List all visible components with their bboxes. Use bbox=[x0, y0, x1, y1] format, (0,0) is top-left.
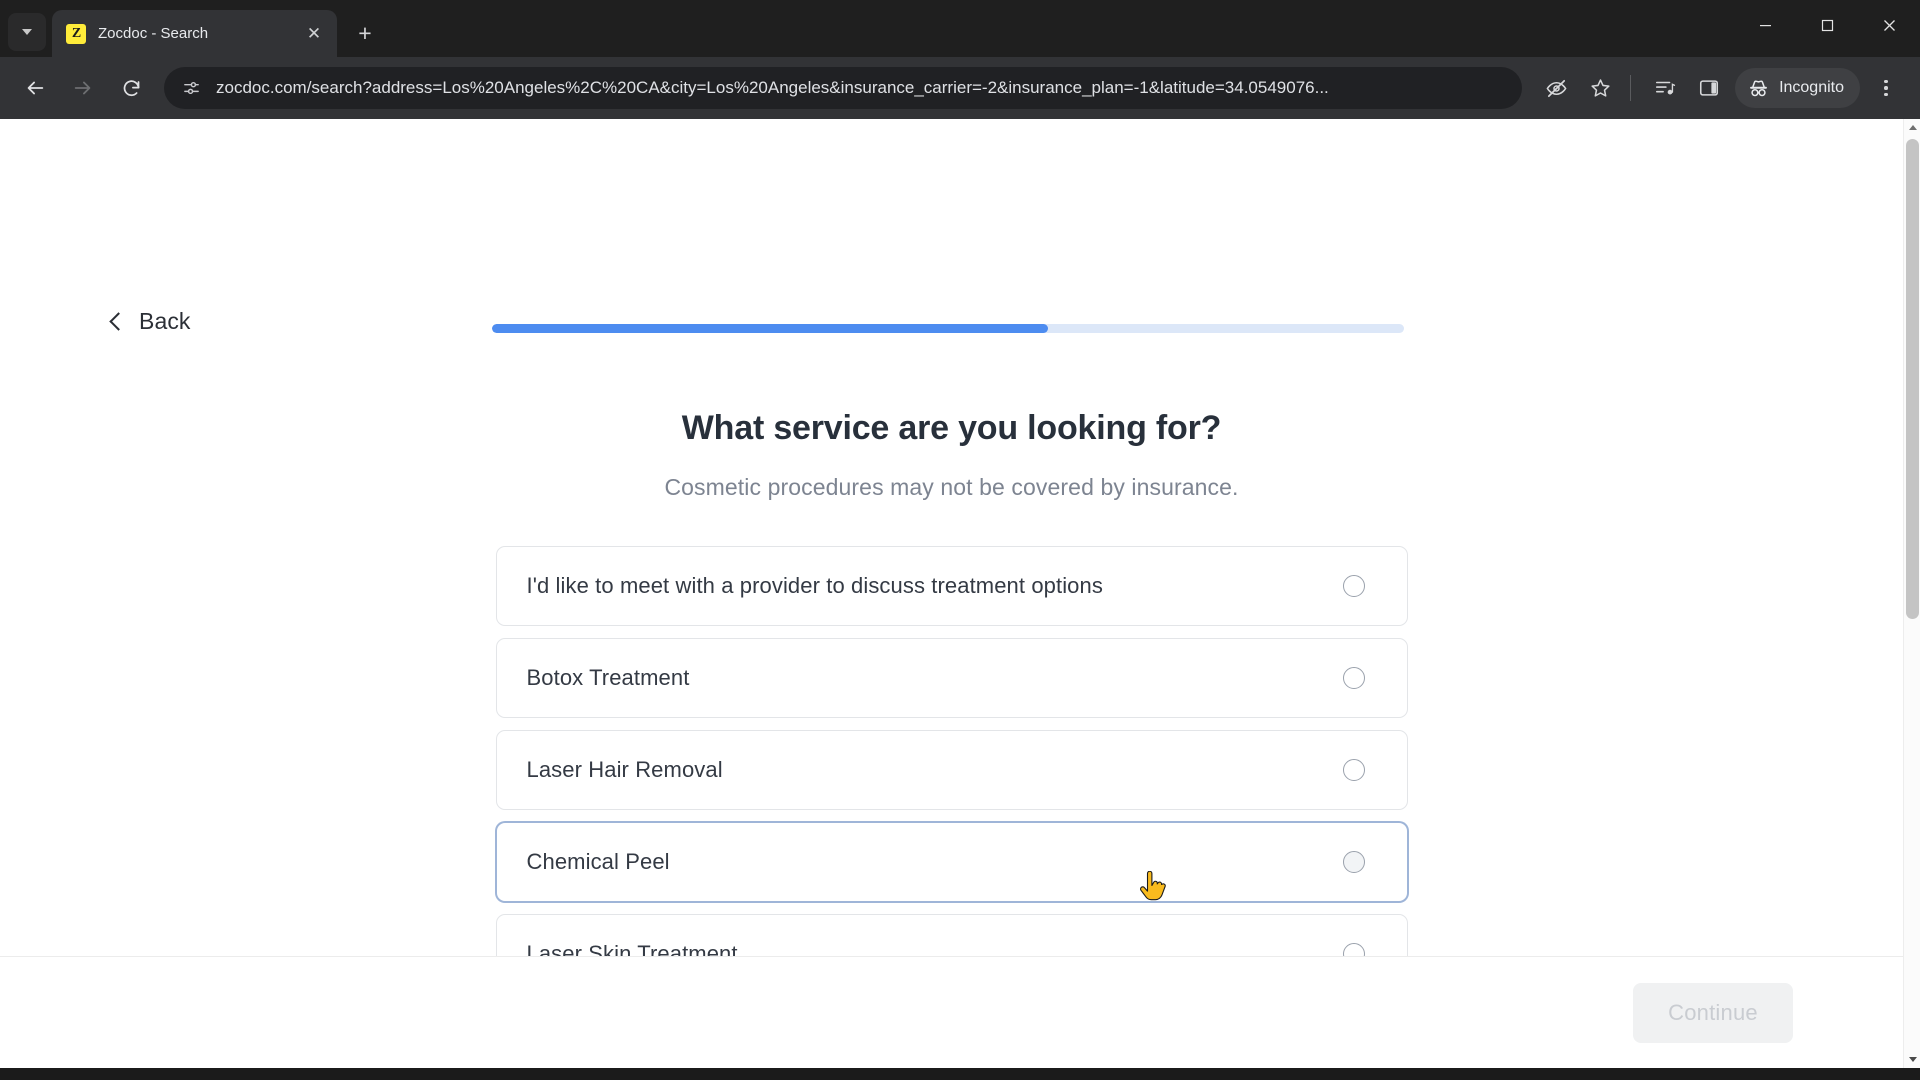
incognito-indicator[interactable]: Incognito bbox=[1735, 68, 1860, 108]
tab-title: Zocdoc - Search bbox=[98, 25, 209, 42]
incognito-hat-icon bbox=[1750, 80, 1767, 96]
back-arrow-icon bbox=[27, 81, 44, 95]
kebab-dot bbox=[1884, 86, 1888, 90]
incognito-label: Incognito bbox=[1779, 79, 1844, 96]
star-icon bbox=[1590, 78, 1610, 97]
window-close-button[interactable] bbox=[1858, 0, 1920, 50]
window-bottom-edge bbox=[0, 1068, 1920, 1080]
reload-icon bbox=[123, 79, 139, 96]
service-option-row[interactable]: Laser Hair Removal bbox=[495, 730, 1408, 810]
eye-crossed-icon bbox=[1546, 79, 1567, 97]
triangle-down-icon bbox=[1908, 1057, 1917, 1062]
site-settings-button[interactable] bbox=[174, 71, 208, 105]
page-footer: Continue bbox=[0, 956, 1903, 1068]
tab-search-button[interactable] bbox=[8, 13, 46, 51]
toolbar-divider bbox=[1630, 75, 1632, 101]
close-icon bbox=[1883, 19, 1895, 31]
service-option-row[interactable]: Botox Treatment bbox=[495, 638, 1408, 718]
service-option-radio[interactable] bbox=[1342, 667, 1365, 689]
kebab-dot bbox=[1884, 92, 1888, 97]
address-bar[interactable]: zocdoc.com/search?address=Los%20Angeles%… bbox=[164, 67, 1523, 109]
side-panel-icon bbox=[1700, 80, 1719, 96]
service-option-label: I'd like to meet with a provider to disc… bbox=[526, 573, 1103, 598]
service-option-radio[interactable] bbox=[1342, 759, 1365, 781]
browser-window: Z Zocdoc - Search ✕ + zocdoc.com/search?… bbox=[0, 0, 1920, 1080]
side-panel-button[interactable] bbox=[1689, 68, 1729, 108]
scrollbar-down-button[interactable] bbox=[1904, 1051, 1920, 1068]
window-maximize-button[interactable] bbox=[1796, 0, 1858, 50]
maximize-icon bbox=[1821, 19, 1833, 31]
forward-arrow-icon bbox=[74, 81, 91, 95]
service-option-label: Laser Hair Removal bbox=[526, 757, 723, 782]
service-option-row[interactable]: Chemical Peel bbox=[495, 822, 1408, 902]
page-subtitle: Cosmetic procedures may not be covered b… bbox=[664, 474, 1239, 500]
kebab-dot bbox=[1884, 79, 1888, 84]
page-viewport: Back What service are you looking for? C… bbox=[0, 119, 1920, 1068]
chevron-down-icon bbox=[22, 29, 32, 35]
service-option-row[interactable]: I'd like to meet with a provider to disc… bbox=[495, 546, 1408, 626]
minimize-icon bbox=[1759, 24, 1771, 26]
site-settings-icon bbox=[183, 81, 199, 94]
window-minimize-button[interactable] bbox=[1734, 0, 1796, 50]
browser-toolbar: zocdoc.com/search?address=Los%20Angeles%… bbox=[0, 57, 1920, 119]
browser-menu-button[interactable] bbox=[1866, 68, 1906, 108]
browser-forward-button[interactable] bbox=[62, 67, 104, 109]
media-playlist-icon bbox=[1656, 81, 1676, 95]
tracking-protection-button[interactable] bbox=[1536, 68, 1576, 108]
service-option-radio[interactable] bbox=[1342, 575, 1365, 597]
page-scrollbar[interactable] bbox=[1903, 119, 1920, 1068]
service-option-label: Chemical Peel bbox=[526, 849, 670, 874]
browser-reload-button[interactable] bbox=[110, 67, 152, 109]
service-option-label: Botox Treatment bbox=[526, 665, 690, 690]
new-tab-button[interactable]: + bbox=[347, 15, 383, 51]
zocdoc-service-selection-page: Back What service are you looking for? C… bbox=[0, 119, 1903, 1068]
scrollbar-up-button[interactable] bbox=[1904, 119, 1920, 136]
bookmark-button[interactable] bbox=[1580, 68, 1620, 108]
zocdoc-favicon-icon: Z bbox=[66, 23, 86, 44]
url-text[interactable]: zocdoc.com/search?address=Los%20Angeles%… bbox=[208, 78, 1516, 98]
scrollbar-thumb[interactable] bbox=[1906, 139, 1919, 619]
window-controls bbox=[1734, 0, 1920, 50]
question-content: What service are you looking for? Cosmet… bbox=[0, 119, 1903, 1068]
media-control-button[interactable] bbox=[1645, 68, 1685, 108]
service-option-radio[interactable] bbox=[1342, 851, 1365, 873]
triangle-up-icon bbox=[1908, 125, 1917, 130]
page-title: What service are you looking for? bbox=[681, 409, 1222, 447]
continue-button[interactable]: Continue bbox=[1633, 982, 1793, 1043]
browser-back-button[interactable] bbox=[14, 67, 56, 109]
browser-tab-zocdoc[interactable]: Z Zocdoc - Search ✕ bbox=[52, 10, 337, 57]
tab-strip: Z Zocdoc - Search ✕ + bbox=[0, 0, 1920, 57]
tab-close-icon[interactable]: ✕ bbox=[301, 21, 327, 47]
